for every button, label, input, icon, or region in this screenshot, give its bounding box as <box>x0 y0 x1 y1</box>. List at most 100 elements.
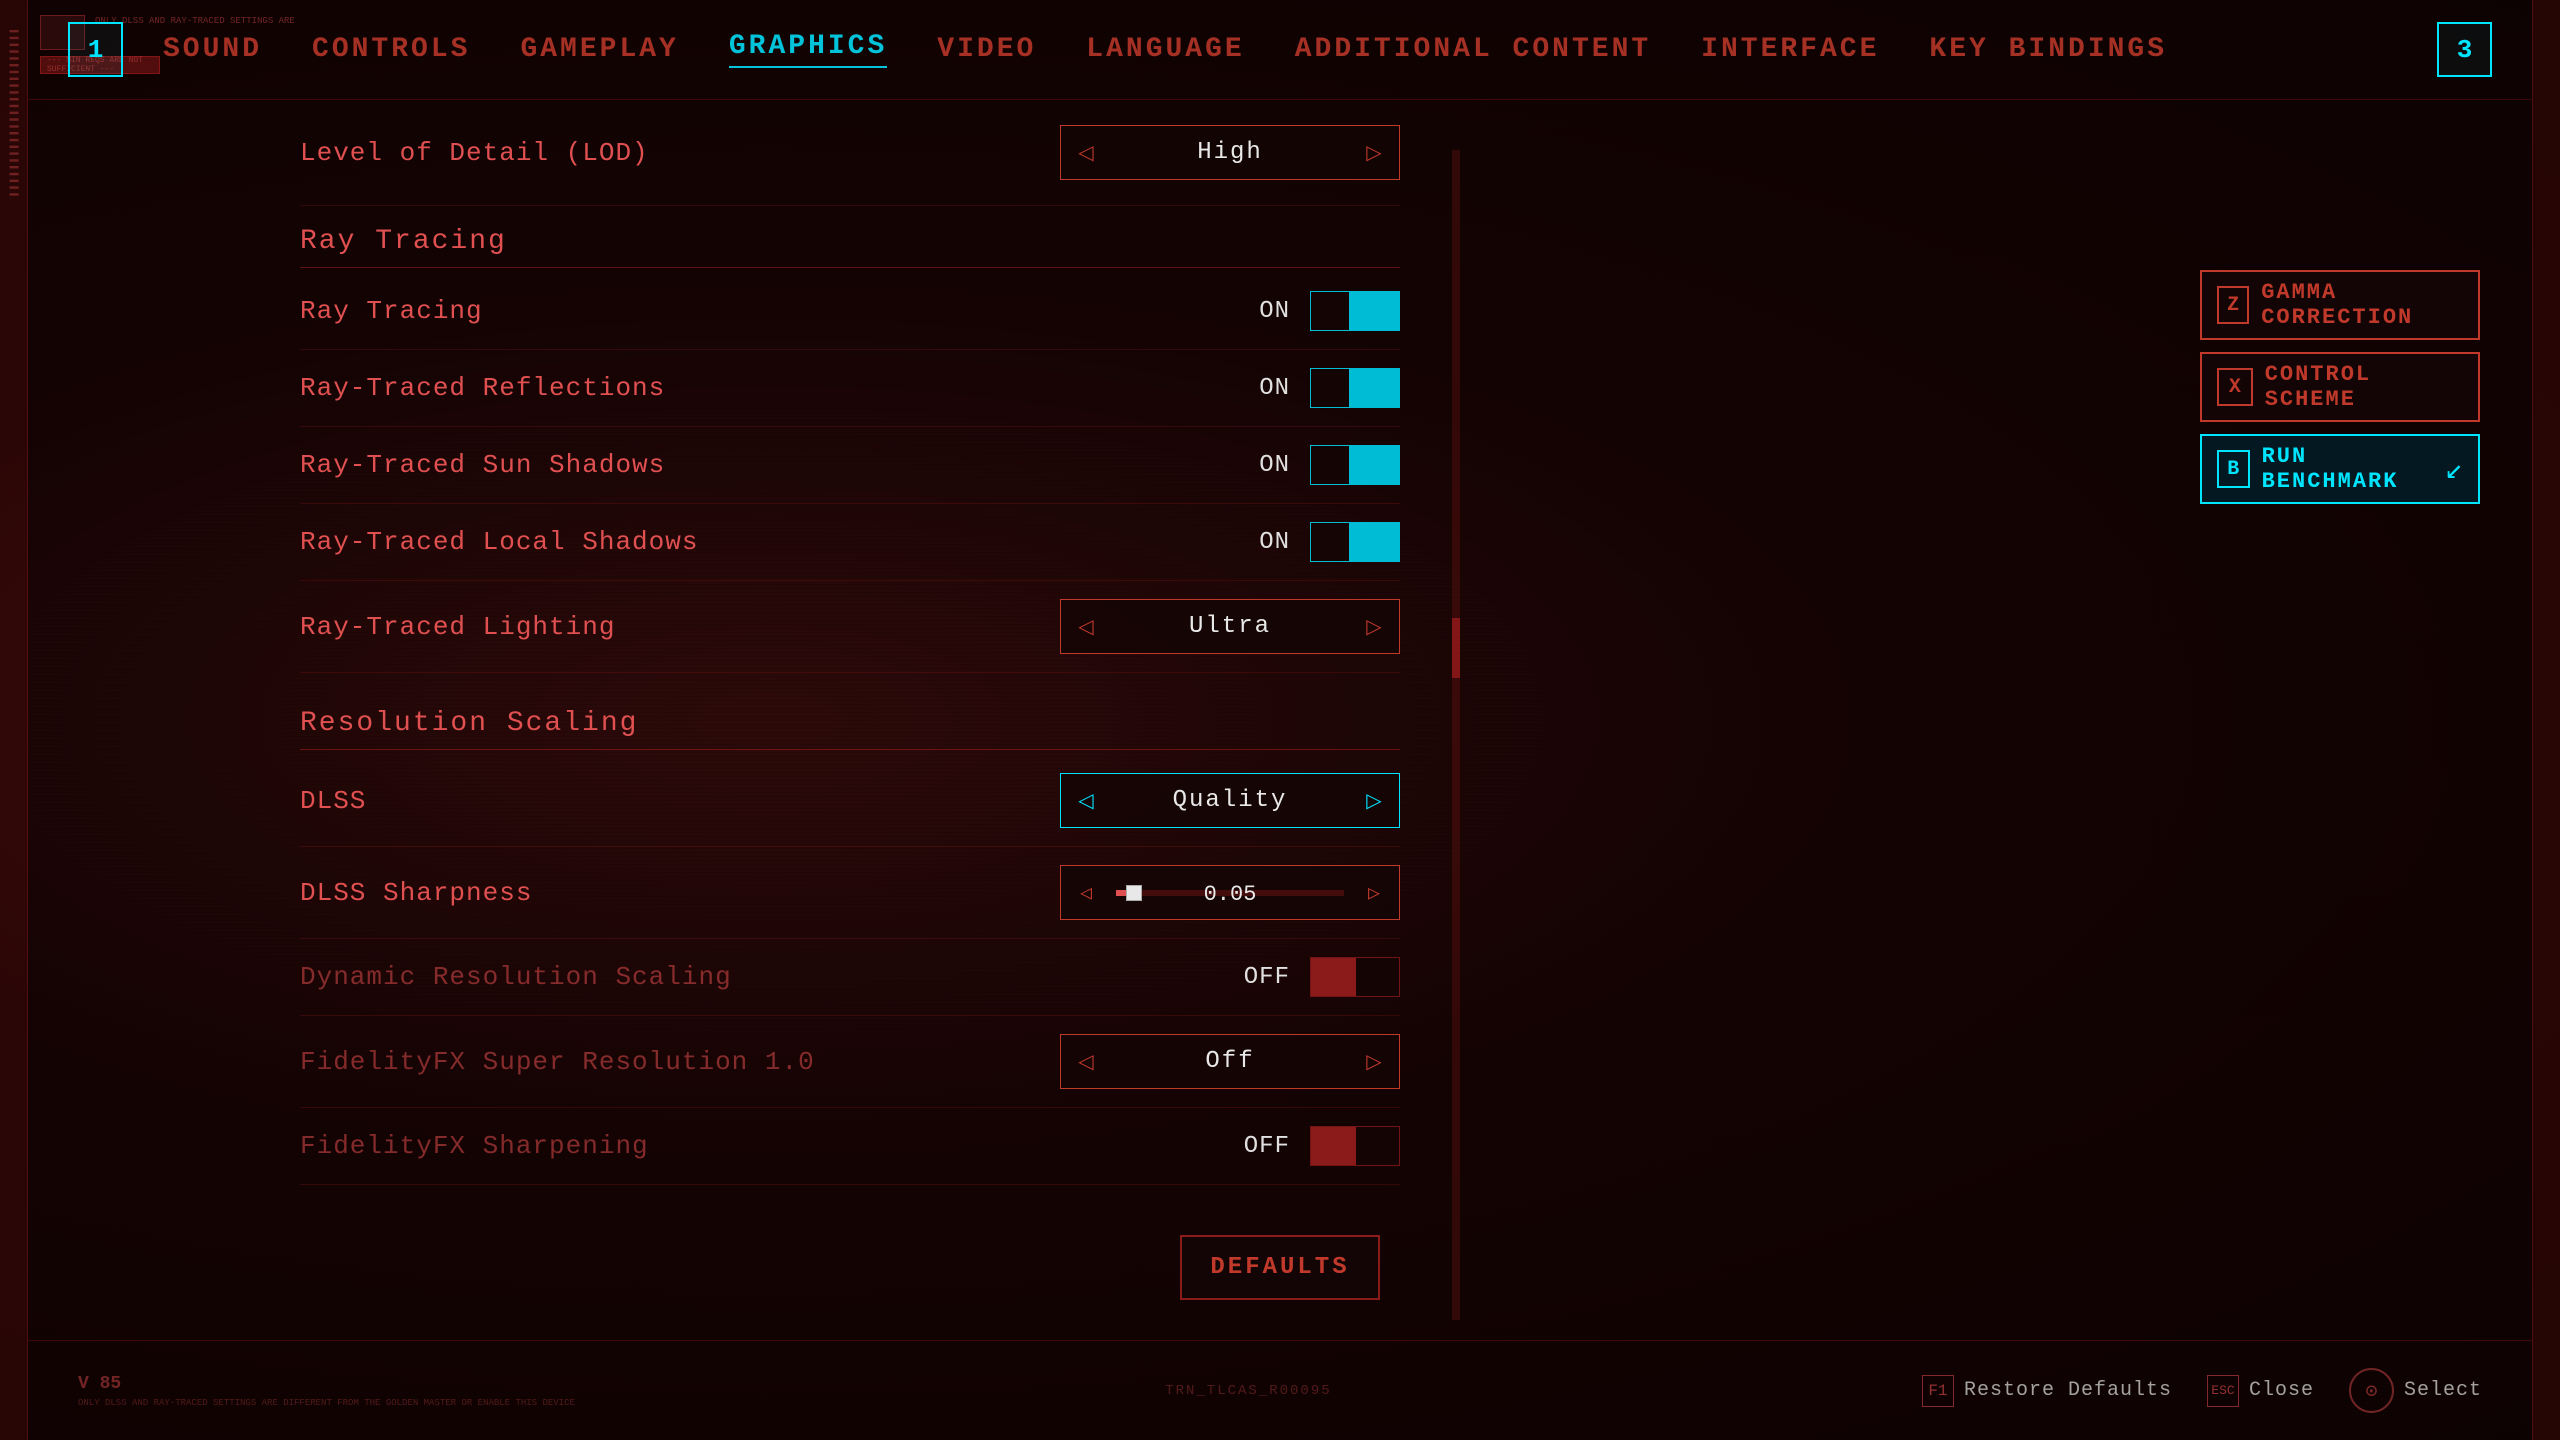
lod-row: Level of Detail (LOD) ◁ High ▷ <box>300 110 1400 206</box>
ray-traced-sun-shadows-label: Ray-Traced Sun Shadows <box>300 450 1230 480</box>
dlss-sharpness-value: 0.05 <box>1204 882 1257 907</box>
run-benchmark-label: RUN BENCHMARK <box>2262 444 2428 494</box>
ray-traced-lighting-value: Ultra <box>1111 613 1349 640</box>
ray-traced-lighting-row: Ray-Traced Lighting ◁ Ultra ▷ <box>300 581 1400 673</box>
ray-traced-sun-shadows-toggle[interactable] <box>1310 445 1400 485</box>
main-content: Level of Detail (LOD) ◁ High ▷ Ray Traci… <box>300 110 2260 1340</box>
nav-badge-left: 1 <box>68 22 123 77</box>
restore-defaults-action[interactable]: F1 Restore Defaults <box>1922 1375 2172 1407</box>
lod-next-btn[interactable]: ▷ <box>1349 125 1399 180</box>
select-action[interactable]: ⊙ Select <box>2349 1368 2482 1413</box>
ray-traced-sun-shadows-row: Ray-Traced Sun Shadows ON <box>300 427 1400 504</box>
ray-tracing-section-header: Ray Tracing <box>300 206 1400 268</box>
dynamic-resolution-scaling-toggle[interactable] <box>1310 957 1400 997</box>
select-label: Select <box>2404 1379 2482 1402</box>
scrollbar-thumb <box>1452 618 1460 678</box>
nav-item-graphics[interactable]: GRAPHICS <box>729 31 887 68</box>
restore-defaults-key: F1 <box>1922 1375 1954 1407</box>
fidelityfx-super-resolution-selector[interactable]: ◁ Off ▷ <box>1060 1034 1400 1089</box>
lod-value: High <box>1111 139 1349 166</box>
ray-tracing-toggle[interactable] <box>1310 291 1400 331</box>
scrollbar[interactable] <box>1452 150 1460 1320</box>
dlss-selector[interactable]: ◁ Quality ▷ <box>1060 773 1400 828</box>
gamma-correction-key: Z <box>2217 286 2249 324</box>
ray-traced-reflections-toggle-container: ON <box>1230 368 1400 408</box>
control-scheme-key: X <box>2217 368 2253 406</box>
dlss-sharpness-row: DLSS Sharpness ◁ 0.05 ▷ <box>300 847 1400 939</box>
dynamic-resolution-scaling-status: OFF <box>1230 964 1290 991</box>
bottom-left: V 85 ONLY DLSS AND RAY-TRACED SETTINGS A… <box>78 1374 575 1408</box>
defaults-button[interactable]: DEFAULTS <box>1180 1235 1380 1300</box>
fidelityfx-super-resolution-label: FidelityFX Super Resolution 1.0 <box>300 1047 1060 1077</box>
dlss-sharpness-label: DLSS Sharpness <box>300 878 1060 908</box>
ray-tracing-toggle-container: ON <box>1230 291 1400 331</box>
dlss-sharpness-next-btn[interactable]: ▷ <box>1349 865 1399 920</box>
top-nav: 1 SOUND CONTROLS GAMEPLAY GRAPHICS VIDEO… <box>28 0 2532 100</box>
nav-item-controls[interactable]: CONTROLS <box>312 34 470 65</box>
control-scheme-button[interactable]: X CONTROL SCHEME <box>2200 352 2480 422</box>
dlss-prev-btn[interactable]: ◁ <box>1061 773 1111 828</box>
run-benchmark-key: B <box>2217 450 2250 488</box>
ray-traced-local-shadows-toggle[interactable] <box>1310 522 1400 562</box>
dlss-sharpness-prev-btn[interactable]: ◁ <box>1061 865 1111 920</box>
ray-traced-sun-shadows-status: ON <box>1230 452 1290 479</box>
bottom-bar: V 85 ONLY DLSS AND RAY-TRACED SETTINGS A… <box>28 1340 2532 1440</box>
gamma-correction-button[interactable]: Z GAMMA CORRECTION <box>2200 270 2480 340</box>
dynamic-resolution-scaling-toggle-container: OFF <box>1230 957 1400 997</box>
ray-traced-lighting-next-btn[interactable]: ▷ <box>1349 599 1399 654</box>
gamepad-select-icon: ⊙ <box>2349 1368 2394 1413</box>
ray-traced-local-shadows-toggle-container: ON <box>1230 522 1400 562</box>
close-key: ESC <box>2207 1375 2239 1407</box>
ray-traced-lighting-label: Ray-Traced Lighting <box>300 612 1060 642</box>
close-action[interactable]: ESC Close <box>2207 1375 2314 1407</box>
fidelityfx-super-resolution-value: Off <box>1111 1048 1349 1075</box>
fidelityfx-super-resolution-prev-btn[interactable]: ◁ <box>1061 1034 1111 1089</box>
fidelityfx-super-resolution-row: FidelityFX Super Resolution 1.0 ◁ Off ▷ <box>300 1016 1400 1108</box>
right-buttons: Z GAMMA CORRECTION X CONTROL SCHEME B RU… <box>2200 270 2480 504</box>
dlss-sharpness-thumb <box>1126 885 1142 901</box>
side-bar-left: ▌▌▌▌▌▌▌▌▌▌▌▌▌▌▌▌▌▌▌▌▌▌▌▌▌ <box>0 0 28 1440</box>
control-scheme-label: CONTROL SCHEME <box>2265 362 2463 412</box>
nav-item-gameplay[interactable]: GAMEPLAY <box>520 34 678 65</box>
nav-item-additional-content[interactable]: ADDITIONAL CONTENT <box>1295 34 1651 65</box>
lod-label: Level of Detail (LOD) <box>300 138 1060 168</box>
bottom-right-actions: F1 Restore Defaults ESC Close ⊙ Select <box>1922 1368 2482 1413</box>
side-bar-left-text: ▌▌▌▌▌▌▌▌▌▌▌▌▌▌▌▌▌▌▌▌▌▌▌▌▌ <box>9 30 18 200</box>
fidelityfx-sharpening-toggle-container: OFF <box>1230 1126 1400 1166</box>
ray-traced-reflections-status: ON <box>1230 375 1290 402</box>
ray-traced-reflections-row: Ray-Traced Reflections ON <box>300 350 1400 427</box>
fidelityfx-super-resolution-next-btn[interactable]: ▷ <box>1349 1034 1399 1089</box>
dlss-sharpness-slider[interactable]: ◁ 0.05 ▷ <box>1060 865 1400 920</box>
nav-items: SOUND CONTROLS GAMEPLAY GRAPHICS VIDEO L… <box>163 31 2437 68</box>
dlss-sharpness-track-area: 0.05 <box>1111 865 1349 920</box>
ray-traced-lighting-selector[interactable]: ◁ Ultra ▷ <box>1060 599 1400 654</box>
close-label: Close <box>2249 1379 2314 1402</box>
side-bar-right <box>2532 0 2560 1440</box>
nav-item-interface[interactable]: INTERFACE <box>1701 34 1879 65</box>
ray-traced-sun-shadows-toggle-container: ON <box>1230 445 1400 485</box>
lod-prev-btn[interactable]: ◁ <box>1061 125 1111 180</box>
bottom-center-text: TRN_TLCAS_R00095 <box>1165 1383 1331 1399</box>
version-text: V 85 <box>78 1374 575 1394</box>
nav-item-video[interactable]: VIDEO <box>937 34 1036 65</box>
dlss-label: DLSS <box>300 786 1060 816</box>
ray-traced-reflections-toggle[interactable] <box>1310 368 1400 408</box>
run-benchmark-button[interactable]: B RUN BENCHMARK ↙ <box>2200 434 2480 504</box>
restore-defaults-label: Restore Defaults <box>1964 1379 2172 1402</box>
lod-selector[interactable]: ◁ High ▷ <box>1060 125 1400 180</box>
cursor-arrow-icon: ↙ <box>2445 451 2463 488</box>
dlss-row: DLSS ◁ Quality ▷ <box>300 755 1400 847</box>
settings-panel: Level of Detail (LOD) ◁ High ▷ Ray Traci… <box>300 110 1400 1185</box>
nav-item-language[interactable]: LANGUAGE <box>1086 34 1244 65</box>
dlss-next-btn[interactable]: ▷ <box>1349 773 1399 828</box>
nav-item-key-bindings[interactable]: KEY BINDINGS <box>1929 34 2167 65</box>
fidelityfx-sharpening-status: OFF <box>1230 1133 1290 1160</box>
ray-traced-local-shadows-row: Ray-Traced Local Shadows ON <box>300 504 1400 581</box>
nav-item-sound[interactable]: SOUND <box>163 34 262 65</box>
fidelityfx-sharpening-label: FidelityFX Sharpening <box>300 1131 1230 1161</box>
ray-traced-lighting-prev-btn[interactable]: ◁ <box>1061 599 1111 654</box>
ray-tracing-title: Ray Tracing <box>300 226 507 257</box>
ray-traced-local-shadows-status: ON <box>1230 529 1290 556</box>
ray-tracing-status: ON <box>1230 298 1290 325</box>
fidelityfx-sharpening-toggle[interactable] <box>1310 1126 1400 1166</box>
